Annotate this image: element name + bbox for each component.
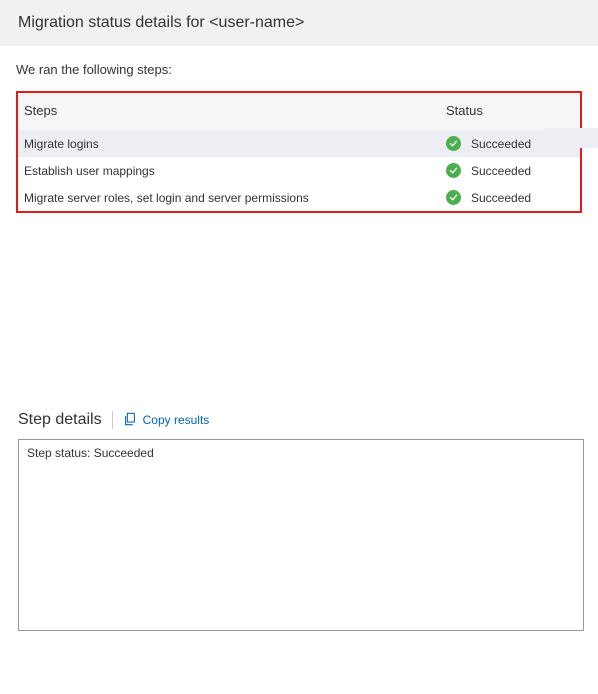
spacer: [0, 213, 598, 411]
step-details-box[interactable]: Step status: Succeeded: [18, 439, 584, 631]
step-cell: Establish user mappings: [18, 157, 440, 184]
status-text: Succeeded: [471, 164, 531, 178]
check-icon: [446, 163, 461, 178]
copy-icon: [123, 412, 137, 429]
step-details-header: Step details Copy results: [2, 411, 584, 435]
steps-table: Steps Status Migrate logins Succeeded: [18, 93, 580, 211]
step-cell: Migrate logins: [18, 130, 440, 157]
page-header: Migration status details for <user-name>: [0, 0, 598, 46]
content-area: We ran the following steps: Steps Status…: [0, 46, 598, 213]
col-header-status: Status: [440, 93, 580, 130]
copy-results-button[interactable]: Copy results: [123, 412, 210, 429]
step-details-title: Step details: [18, 411, 102, 429]
check-icon: [446, 136, 461, 151]
steps-table-box: Steps Status Migrate logins Succeeded: [16, 91, 582, 213]
intro-text: We ran the following steps:: [16, 62, 582, 77]
row-overflow-strip: [544, 128, 598, 148]
table-row[interactable]: Migrate logins Succeeded: [18, 130, 580, 157]
step-cell: Migrate server roles, set login and serv…: [18, 184, 440, 211]
table-row[interactable]: Establish user mappings Succeeded: [18, 157, 580, 184]
check-icon: [446, 190, 461, 205]
table-header-row: Steps Status: [18, 93, 580, 130]
copy-results-label: Copy results: [143, 413, 210, 427]
vertical-divider: [112, 411, 113, 429]
status-text: Succeeded: [471, 137, 531, 151]
table-row[interactable]: Migrate server roles, set login and serv…: [18, 184, 580, 211]
status-text: Succeeded: [471, 191, 531, 205]
status-cell-wrap: Succeeded: [440, 157, 580, 184]
status-cell-wrap: Succeeded: [440, 184, 580, 211]
col-header-steps: Steps: [18, 93, 440, 130]
step-details-body: Step status: Succeeded: [27, 446, 575, 460]
page-title: Migration status details for <user-name>: [18, 14, 582, 32]
